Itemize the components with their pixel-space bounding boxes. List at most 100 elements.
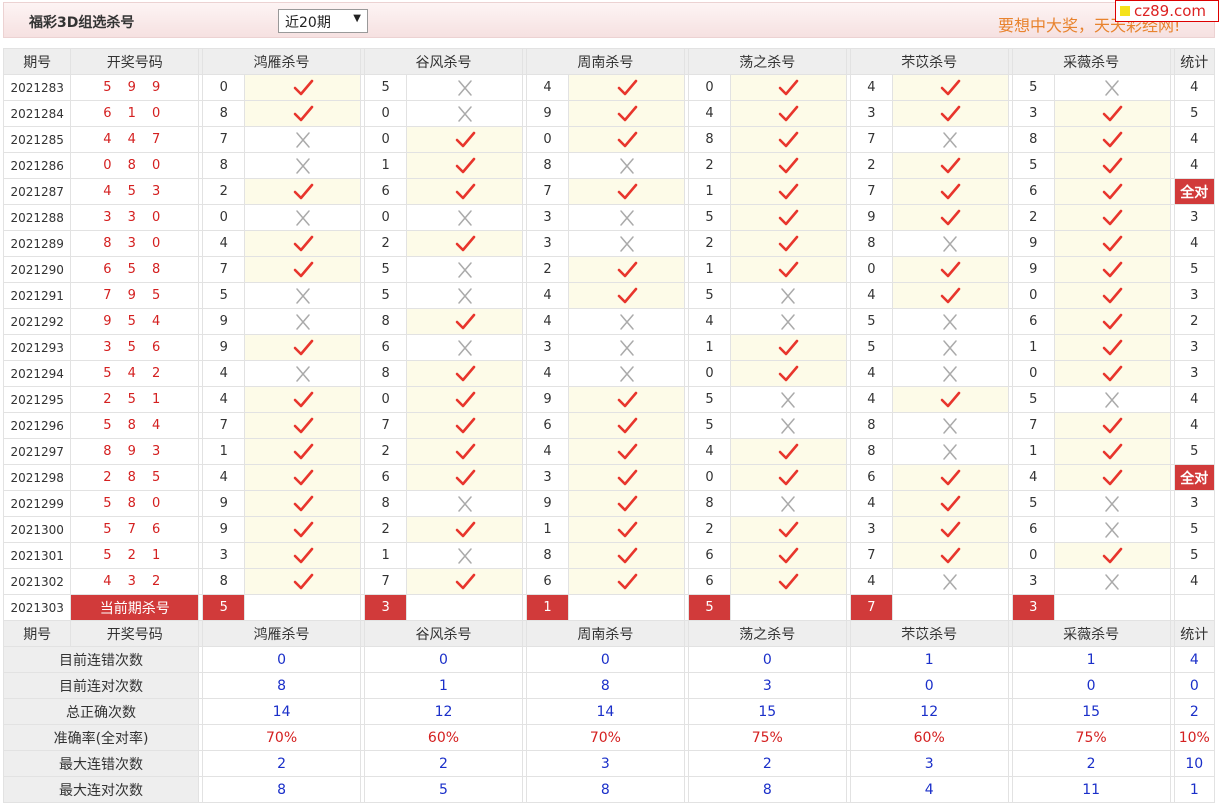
kill-result-cell — [730, 360, 847, 387]
check-icon — [617, 261, 637, 277]
kill-number-cell: 4 — [202, 230, 246, 257]
cross-icon — [619, 313, 634, 330]
period-cell: 2021295 — [2, 386, 72, 413]
site-badge[interactable]: cz89.com — [1115, 0, 1219, 22]
kill-number-cell: 4 — [525, 282, 570, 309]
kill-number-cell: 2 — [364, 438, 408, 465]
kill-number-cell: 8 — [525, 152, 570, 179]
kill-result-cell — [730, 386, 847, 413]
kill-number-cell: 1 — [364, 152, 408, 179]
kill-result-cell — [568, 386, 685, 413]
cross-icon — [1105, 495, 1119, 512]
kill-result-cell — [891, 438, 1009, 465]
period-select[interactable]: 近20期 ▼ — [278, 9, 368, 33]
kill-number-cell: 4 — [687, 100, 732, 127]
check-icon — [455, 391, 475, 407]
kill-number-cell: 8 — [202, 568, 246, 595]
period-cell: 2021292 — [2, 308, 72, 335]
kill-result-cell — [244, 256, 362, 283]
table-row: 2021301 5 2 13 1 8 6 7 0 5 — [2, 542, 1216, 569]
cross-icon — [457, 287, 472, 304]
kill-number-cell: 3 — [525, 464, 570, 491]
kill-result-cell — [730, 464, 847, 491]
cross-icon — [781, 495, 796, 512]
summary-value: 0 — [687, 646, 847, 673]
kill-number-cell: 6 — [1011, 516, 1055, 543]
check-icon — [617, 183, 637, 199]
check-icon — [1102, 287, 1123, 303]
summary-stat: 10% — [1173, 724, 1216, 751]
summary-value: 0 — [202, 646, 362, 673]
kill-result-cell — [1053, 568, 1171, 595]
kill-result-cell — [568, 204, 685, 231]
kill-number-cell: 2 — [364, 516, 408, 543]
kill-number-cell: 6 — [1011, 178, 1055, 205]
kill-number-cell: 8 — [364, 360, 408, 387]
kill-result-cell — [406, 360, 523, 387]
cross-icon — [295, 157, 310, 174]
check-icon — [617, 521, 637, 537]
cross-icon — [619, 235, 634, 252]
summary-value: 3 — [525, 750, 685, 777]
summary-value: 12 — [849, 698, 1009, 725]
summary-value: 2 — [202, 750, 362, 777]
kill-result-cell — [730, 74, 847, 101]
kill-number-cell: 5 — [687, 204, 732, 231]
kill-result-cell — [244, 568, 362, 595]
draw-number-cell: 6 5 8 — [70, 256, 200, 283]
kill-number-cell: 0 — [202, 204, 246, 231]
check-icon — [779, 365, 799, 381]
kill-result-cell — [568, 256, 685, 283]
kill-number-cell: 3 — [849, 100, 893, 127]
cross-icon — [781, 287, 796, 304]
kill-number-cell: 4 — [202, 464, 246, 491]
period-cell: 2021291 — [2, 282, 72, 309]
cross-icon — [1105, 573, 1119, 590]
summary-value: 8 — [525, 776, 685, 803]
kill-number-cell: 9 — [1011, 230, 1055, 257]
table-row: 2021294 5 4 24840403 — [2, 360, 1216, 387]
kill-result-cell — [1053, 308, 1171, 335]
check-icon — [941, 547, 961, 563]
stat-cell: 4 — [1173, 386, 1216, 413]
summary-value: 14 — [202, 698, 362, 725]
summary-stat: 2 — [1173, 698, 1216, 725]
page-title: 福彩3D组选杀号 — [29, 15, 135, 31]
kill-number-cell: 5 — [687, 386, 732, 413]
check-icon — [779, 131, 799, 147]
kill-number-cell: 7 — [525, 178, 570, 205]
kill-number-cell: 2 — [525, 256, 570, 283]
kill-number-cell: 0 — [364, 386, 408, 413]
cross-icon — [457, 547, 472, 564]
kill-number-cell: 5 — [1011, 490, 1055, 517]
stat-cell: 2 — [1173, 308, 1216, 335]
cross-icon — [619, 339, 634, 356]
summary-row: 最大连对次数 8 5 8 8 4 11 1 — [2, 776, 1216, 803]
kill-result-cell — [730, 412, 847, 439]
kill-number-cell: 4 — [687, 438, 732, 465]
kill-number-cell: 0 — [525, 126, 570, 153]
check-icon — [455, 131, 475, 147]
kill-number-cell: 8 — [849, 230, 893, 257]
kill-number-cell: 8 — [687, 490, 732, 517]
kill-number-cell: 7 — [364, 412, 408, 439]
check-icon — [941, 521, 961, 537]
check-icon — [293, 235, 313, 251]
summary-row: 目前连对次数 8 1 8 3 0 0 0 — [2, 672, 1216, 699]
check-icon — [941, 79, 961, 95]
current-kill-empty — [568, 594, 685, 621]
kill-result-cell — [244, 74, 362, 101]
kill-number-cell: 6 — [687, 542, 732, 569]
kill-number-cell: 8 — [525, 542, 570, 569]
cross-icon — [1105, 391, 1119, 408]
column-header-expert: 周南杀号 — [525, 48, 685, 75]
stat-cell: 4 — [1173, 126, 1216, 153]
table-row: 2021287 4 5 3 2 6 7 1 7 6 全对 — [2, 178, 1216, 205]
stat-cell: 4 — [1173, 230, 1216, 257]
summary-value: 0 — [1011, 672, 1171, 699]
kill-number-cell: 6 — [525, 568, 570, 595]
kill-result-cell — [244, 516, 362, 543]
check-icon — [779, 235, 799, 251]
cross-icon — [295, 287, 310, 304]
table-row: 2021299 5 8 09898453 — [2, 490, 1216, 517]
